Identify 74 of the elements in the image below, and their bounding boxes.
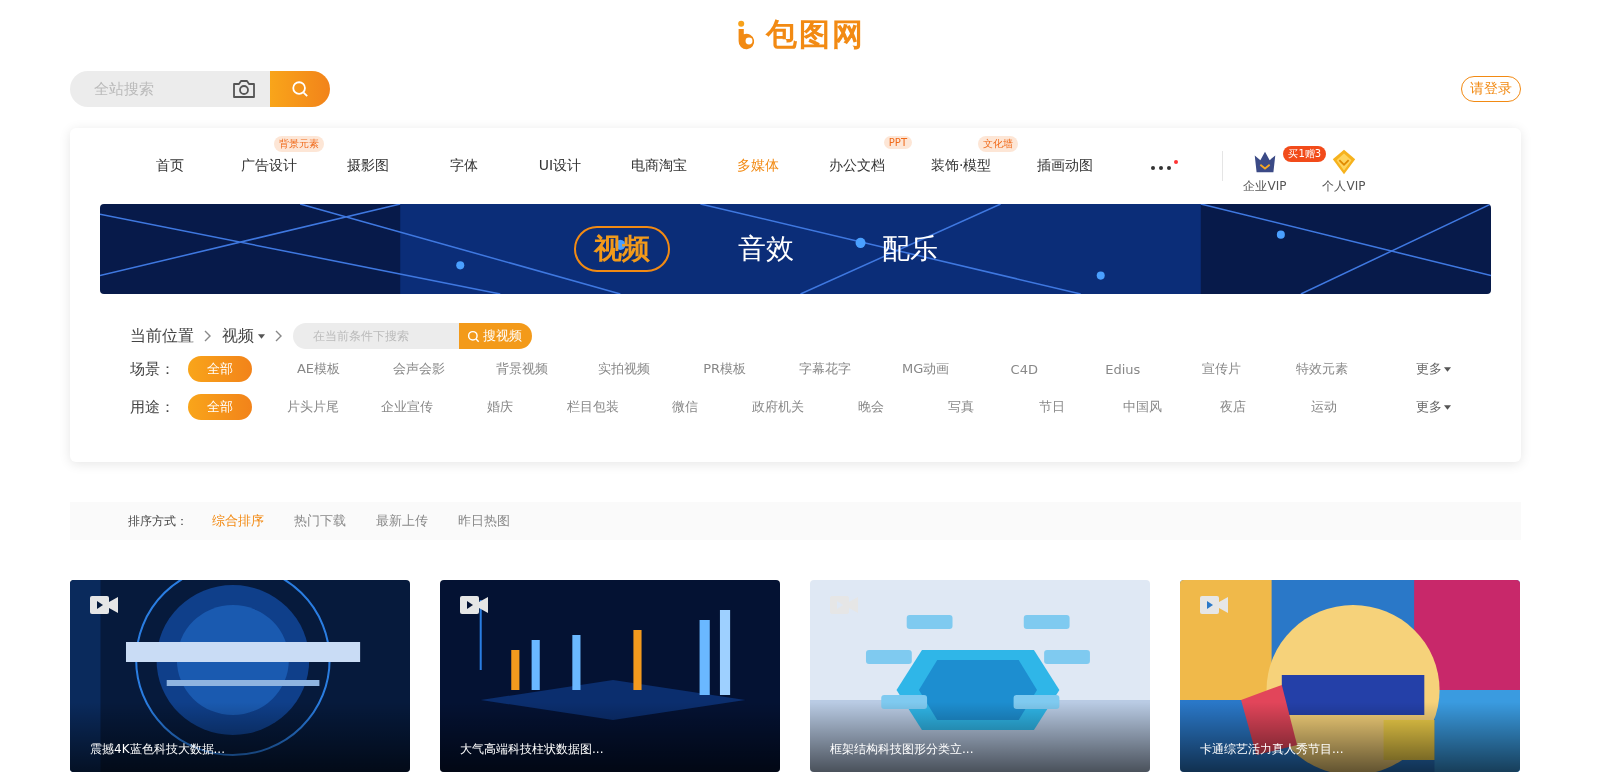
- sort-option[interactable]: 综合排序: [212, 512, 264, 530]
- filter-option[interactable]: 运动: [1291, 394, 1356, 420]
- filter-option[interactable]: Edius: [1090, 357, 1155, 381]
- logo-text: 包图网: [766, 15, 865, 54]
- nav-tag: PPT: [883, 136, 912, 149]
- media-tab[interactable]: 配乐: [861, 226, 958, 272]
- video-title[interactable]: 卡通综艺活力真人秀节目...: [1200, 741, 1344, 758]
- filter-option[interactable]: 背景视频: [487, 356, 556, 382]
- nav-link[interactable]: 首页: [156, 157, 184, 175]
- camera-icon[interactable]: [232, 79, 256, 99]
- filter-option[interactable]: 全部: [188, 394, 252, 420]
- filter-option[interactable]: 全部: [188, 356, 252, 382]
- search-icon: [467, 329, 480, 343]
- search-video-button[interactable]: 搜视频: [459, 323, 532, 349]
- filter-option[interactable]: 实拍视频: [590, 356, 659, 382]
- filter-option[interactable]: MG动画: [893, 356, 958, 382]
- caret-icon: [258, 333, 265, 339]
- video-title[interactable]: 震撼4K蓝色科技大数据...: [90, 741, 225, 758]
- caret-icon: [1444, 366, 1451, 372]
- video-title[interactable]: 大气高端科技柱状数据图...: [460, 741, 604, 758]
- more-icon[interactable]: [1149, 160, 1180, 172]
- filter-label: 用途：: [130, 397, 176, 417]
- nav-tag: 背景元素: [274, 136, 324, 152]
- nav-link[interactable]: 电商淘宝: [631, 157, 687, 175]
- sort-option[interactable]: 昨日热图: [458, 512, 510, 530]
- filter-option[interactable]: 企业宣传: [373, 394, 442, 420]
- caret-icon: [1444, 404, 1451, 410]
- filter-option[interactable]: 特效元素: [1287, 356, 1356, 382]
- sort-option[interactable]: 最新上传: [376, 512, 428, 530]
- filter-option[interactable]: 写真: [929, 394, 994, 420]
- sort-label: 排序方式：: [128, 512, 188, 530]
- vip-link[interactable]: 企业VIP: [1243, 177, 1287, 195]
- filter-option[interactable]: 字幕花字: [791, 356, 860, 382]
- video-camera-icon: [460, 596, 488, 614]
- filter-option[interactable]: 微信: [653, 394, 718, 420]
- filter-option[interactable]: 节日: [1019, 394, 1084, 420]
- nav-link[interactable]: 摄影图: [347, 157, 389, 175]
- nav-tag: 文化墙: [978, 136, 1019, 152]
- search-icon: [291, 80, 309, 98]
- filter-option[interactable]: AE模板: [286, 356, 351, 382]
- filter-option[interactable]: 会声会影: [385, 356, 454, 382]
- filter-option[interactable]: PR模板: [692, 356, 757, 382]
- promo-tag: 买1赠3: [1283, 145, 1327, 162]
- breadcrumb-dropdown[interactable]: 视频: [222, 325, 265, 347]
- search-button[interactable]: [270, 71, 330, 107]
- filter-option[interactable]: 婚庆: [467, 394, 532, 420]
- video-camera-icon: [1200, 596, 1228, 614]
- filter-option[interactable]: 中国风: [1110, 394, 1175, 420]
- breadcrumb-label: 当前位置: [130, 325, 194, 347]
- nav-link[interactable]: 广告设计: [241, 157, 297, 175]
- nav-link[interactable]: 字体: [450, 157, 478, 175]
- video-title[interactable]: 框架结构科技图形分类立...: [830, 741, 974, 758]
- nav-link[interactable]: 多媒体: [737, 157, 779, 175]
- more-dropdown[interactable]: 更多: [1416, 360, 1451, 378]
- more-dropdown[interactable]: 更多: [1416, 398, 1451, 416]
- filter-option[interactable]: 栏目包装: [558, 394, 627, 420]
- nav-link[interactable]: 插画动图: [1037, 157, 1094, 175]
- vip-link[interactable]: 个人VIP: [1322, 177, 1366, 195]
- filter-option[interactable]: 晚会: [838, 394, 903, 420]
- nav-link[interactable]: 办公文档: [829, 157, 885, 175]
- filter-label: 场景：: [130, 359, 176, 379]
- chevron-icon: [275, 330, 283, 342]
- sort-option[interactable]: 热门下载: [294, 512, 346, 530]
- filter-option[interactable]: 宣传片: [1189, 356, 1254, 382]
- filter-option[interactable]: 夜店: [1201, 394, 1266, 420]
- media-tab[interactable]: 视频: [573, 226, 670, 272]
- nav-link[interactable]: 装饰·模型: [931, 157, 992, 175]
- filter-option[interactable]: 政府机关: [743, 394, 812, 420]
- filter-option[interactable]: C4D: [992, 357, 1057, 381]
- media-tab[interactable]: 音效: [717, 226, 814, 272]
- nav-link[interactable]: UI设计: [538, 157, 582, 175]
- chevron-icon: [204, 330, 212, 342]
- video-camera-icon: [90, 596, 118, 614]
- filter-option[interactable]: 片头片尾: [278, 394, 347, 420]
